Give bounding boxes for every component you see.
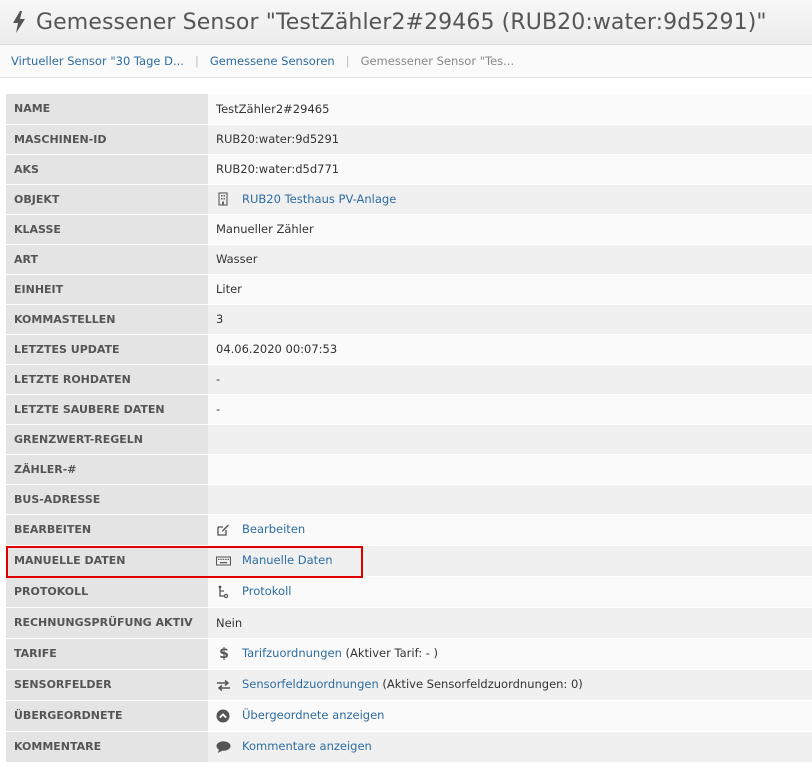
kommentare-link[interactable]: Kommentare anzeigen — [242, 739, 372, 753]
row-label-kommastellen: KOMMASTELLEN — [6, 304, 208, 335]
row-value-aks: RUB20:water:d5d771 — [208, 154, 812, 185]
row-value-letztes-update: 04.06.2020 00:07:53 — [208, 334, 812, 365]
row-value-art: Wasser — [208, 244, 812, 275]
table-row: LETZTE SAUBERE DATEN - — [6, 394, 812, 425]
table-row: AKS RUB20:water:d5d771 — [6, 154, 812, 185]
tarife-suffix: (Aktiver Tarif: - ) — [341, 646, 439, 661]
table-row: PROTOKOLL Protokoll — [6, 576, 812, 608]
row-label-sensorfelder: SENSORFELDER — [6, 669, 208, 701]
row-label-einheit: EINHEIT — [6, 274, 208, 305]
bearbeiten-link[interactable]: Bearbeiten — [242, 522, 305, 536]
row-label-bus-adresse: BUS-ADRESSE — [6, 484, 208, 515]
row-value-grenzwert-regeln — [208, 424, 812, 455]
row-label-letzte-saubere-daten: LETZTE SAUBERE DATEN — [6, 394, 208, 425]
table-row: RECHNUNGSPRÜFUNG AKTIV Nein — [6, 607, 812, 639]
table-row: BEARBEITEN Bearbeiten — [6, 514, 812, 546]
table-row: NAME TestZähler2#29465 — [6, 94, 812, 125]
row-label-maschinen-id: MASCHINEN-ID — [6, 124, 208, 155]
table-row: KLASSE Manueller Zähler — [6, 214, 812, 245]
table-row: BUS-ADRESSE — [6, 484, 812, 515]
table-row: OBJEKT RUB20 Testhaus PV-Anlage — [6, 184, 812, 215]
row-value-letzte-rohdaten: - — [208, 364, 812, 395]
exchange-icon — [216, 678, 232, 692]
row-label-bearbeiten: BEARBEITEN — [6, 514, 208, 546]
uebergeordnete-link[interactable]: Übergeordnete anzeigen — [242, 708, 384, 722]
table-row: TARIFE $ Tarifzuordnungen (Aktiver Tarif:… — [6, 638, 812, 670]
row-value-einheit: Liter — [208, 274, 812, 305]
table-row: LETZTES UPDATE 04.06.2020 00:07:53 — [6, 334, 812, 365]
row-value-kommastellen: 3 — [208, 304, 812, 335]
row-label-letzte-rohdaten: LETZTE ROHDATEN — [6, 364, 208, 395]
row-label-klasse: KLASSE — [6, 214, 208, 245]
chevron-up-circle-icon — [216, 709, 232, 723]
protokoll-link[interactable]: Protokoll — [242, 584, 291, 598]
row-label-art: ART — [6, 244, 208, 275]
comment-icon — [216, 740, 232, 754]
table-row: KOMMASTELLEN 3 — [6, 304, 812, 335]
page-header: Gemessener Sensor "TestZähler2#29465 (RU… — [0, 0, 812, 45]
breadcrumb-current: Gemessener Sensor "Tes... — [360, 54, 515, 68]
breadcrumb-separator: | — [345, 54, 350, 68]
row-label-rechnungspruefung: RECHNUNGSPRÜFUNG AKTIV — [6, 607, 208, 639]
keyboard-icon — [216, 554, 232, 568]
row-label-grenzwert-regeln: GRENZWERT-REGELN — [6, 424, 208, 455]
sensor-details: NAME TestZähler2#29465 MASCHINEN-ID RUB20:… — [6, 94, 812, 763]
row-label-aks: AKS — [6, 154, 208, 185]
row-value-letzte-saubere-daten: - — [208, 394, 812, 425]
sensorfeldzuordnungen-link[interactable]: Sensorfeldzuordnungen — [242, 677, 379, 691]
row-label-name: NAME — [6, 94, 208, 125]
row-label-zaehler-nr: ZÄHLER-# — [6, 454, 208, 485]
details-table: NAME TestZähler2#29465 MASCHINEN-ID RUB20:… — [6, 94, 812, 763]
edit-icon — [216, 523, 232, 537]
row-label-protokoll: PROTOKOLL — [6, 576, 208, 608]
row-value-name: TestZähler2#29465 — [208, 94, 812, 125]
table-row: MANUELLE DATEN Manuelle Daten — [6, 545, 812, 577]
building-icon — [216, 192, 232, 206]
breadcrumb-measured-sensors[interactable]: Gemessene Sensoren — [210, 54, 335, 68]
log-icon — [216, 585, 232, 599]
table-row: EINHEIT Liter — [6, 274, 812, 305]
row-value-rechnungspruefung: Nein — [208, 607, 812, 639]
sensorfelder-suffix: (Aktive Sensorfeldzuordnungen: 0) — [378, 677, 583, 692]
breadcrumb-separator: | — [194, 54, 199, 68]
row-label-uebergeordnete: ÜBERGEORDNETE — [6, 700, 208, 732]
table-row: LETZTE ROHDATEN - — [6, 364, 812, 395]
row-label-letztes-update: LETZTES UPDATE — [6, 334, 208, 365]
table-row: ART Wasser — [6, 244, 812, 275]
row-label-tarife: TARIFE — [6, 638, 208, 670]
row-label-manuelle-daten: MANUELLE DATEN — [6, 545, 208, 577]
bolt-icon — [13, 11, 25, 33]
row-label-kommentare: KOMMENTARE — [6, 731, 208, 763]
table-row: KOMMENTARE Kommentare anzeigen — [6, 731, 812, 763]
row-value-klasse: Manueller Zähler — [208, 214, 812, 245]
table-row: SENSORFELDER Sensorfeldzuordnungen (Akti… — [6, 669, 812, 701]
table-row: ZÄHLER-# — [6, 454, 812, 485]
manuelle-daten-link[interactable]: Manuelle Daten — [242, 553, 333, 567]
breadcrumb: Virtueller Sensor "30 Tage D... | Gemess… — [0, 45, 812, 78]
row-value-zaehler-nr — [208, 454, 812, 485]
breadcrumb-virtual-sensor[interactable]: Virtueller Sensor "30 Tage D... — [11, 54, 184, 68]
page-title: Gemessener Sensor "TestZähler2#29465 (RU… — [36, 9, 767, 35]
row-value-maschinen-id: RUB20:water:9d5291 — [208, 124, 812, 155]
row-label-objekt: OBJEKT — [6, 184, 208, 215]
row-value-bus-adresse — [208, 484, 812, 515]
table-row: ÜBERGEORDNETE Übergeordnete anzeigen — [6, 700, 812, 732]
objekt-link[interactable]: RUB20 Testhaus PV-Anlage — [242, 192, 396, 206]
dollar-icon: $ — [219, 645, 229, 662]
table-row: GRENZWERT-REGELN — [6, 424, 812, 455]
table-row: MASCHINEN-ID RUB20:water:9d5291 — [6, 124, 812, 155]
tarifzuordnungen-link[interactable]: Tarifzuordnungen — [242, 646, 342, 660]
